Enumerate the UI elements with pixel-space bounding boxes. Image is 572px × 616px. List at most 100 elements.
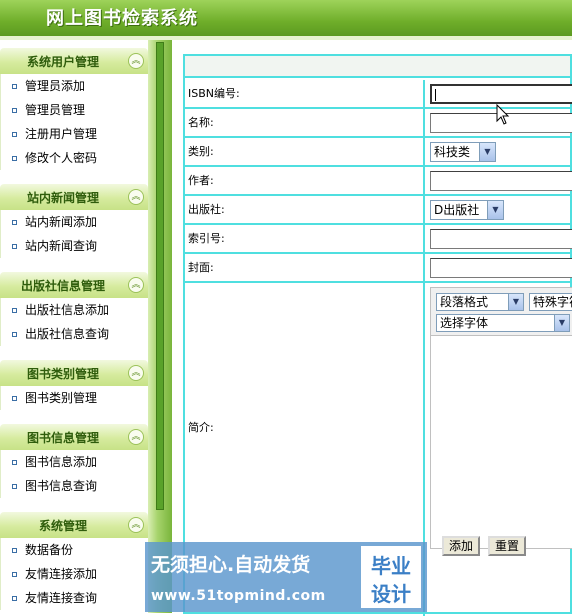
publisher-select-value: D出版社 (434, 203, 480, 217)
paragraph-format-value: 段落格式 (440, 295, 489, 309)
sidebar-section: 系统用户管理 ︽ 管理员添加管理员管理注册用户管理 修改个人密码 (0, 40, 148, 170)
bullet-icon (12, 84, 17, 89)
bullet-icon (12, 484, 17, 489)
sidebar-item[interactable]: 站内新闻查询 (1, 234, 148, 258)
sidebar-item-label: 友情连接添加 (25, 567, 98, 581)
watermark-logo-top: 毕业 (371, 554, 411, 578)
sidebar-section-body: 管理员添加管理员管理注册用户管理 修改个人密码 (0, 74, 148, 170)
sidebar-section: 站内新闻管理 ︽ 站内新闻添加站内新闻查询 (0, 176, 148, 258)
bullet-icon (12, 460, 17, 465)
sidebar-item[interactable]: 管理员管理 (1, 98, 148, 122)
row-name: 名称: (185, 109, 572, 138)
reset-button[interactable]: 重置 (488, 536, 527, 556)
sidebar-section: 出版社信息管理 ︽ 出版社信息添加 出版社信息查询 (0, 264, 148, 346)
isbn-input[interactable] (430, 84, 572, 104)
sidebar-item[interactable]: 友情连接添加 (1, 562, 148, 586)
rich-text-editor[interactable]: 段落格式 ▼ 特殊字符 选择字体 ▼ (430, 287, 572, 549)
cover-input[interactable] (430, 258, 572, 278)
watermark-url: www.51topmind.com (151, 588, 326, 604)
sidebar-section-header[interactable]: 图书信息管理 ︽ (0, 424, 148, 450)
sidebar-section: 系统管理 ︽ 数据备份友情连接添加 友情连接查询 (0, 504, 148, 610)
collapse-up-icon[interactable]: ︽ (128, 277, 144, 293)
special-char-select[interactable]: 特殊字符 (529, 293, 572, 311)
isbn-label: ISBN编号: (185, 80, 425, 107)
sidebar-item[interactable]: 图书信息查询 (1, 474, 148, 498)
sidebar-item-label: 友情连接查询 (25, 591, 98, 605)
add-button[interactable]: 添加 (442, 536, 481, 556)
category-label: 类别: (185, 138, 425, 165)
app-title: 网上图书检索系统 (46, 8, 198, 29)
index-input[interactable] (430, 229, 572, 249)
bullet-icon (12, 572, 17, 577)
watermark-line1: 无须担心.自动发货 (151, 554, 311, 576)
sidebar-section-header[interactable]: 站内新闻管理 ︽ (0, 184, 148, 210)
sidebar-item-label: 修改个人密码 (25, 151, 98, 165)
row-publisher: 出版社: D出版社 ▼ (185, 196, 572, 225)
bullet-icon (12, 156, 17, 161)
sidebar-section-title: 系统用户管理 (26, 55, 99, 69)
row-cover: 封面: (185, 254, 572, 283)
collapse-up-icon[interactable]: ︽ (128, 517, 144, 533)
sidebar-item-label: 出版社信息添加 (25, 303, 110, 317)
sidebar-section-body: 站内新闻添加站内新闻查询 (0, 210, 148, 258)
font-select[interactable]: 选择字体 ▼ (436, 314, 570, 332)
chevron-down-icon: ▼ (487, 201, 503, 219)
sidebar-item[interactable]: 图书类别管理 (1, 386, 148, 410)
category-select-value: 科技类 (434, 145, 471, 159)
sidebar-section-header[interactable]: 系统用户管理 ︽ (0, 48, 148, 74)
row-author: 作者: (185, 167, 572, 196)
sidebar-item[interactable]: 站内新闻添加 (1, 210, 148, 234)
sidebar-item-label: 站内新闻添加 (25, 215, 98, 229)
sidebar-item[interactable]: 友情连接查询 (1, 586, 148, 610)
sidebar-section-body: 数据备份友情连接添加 友情连接查询 (0, 538, 148, 610)
sidebar-item[interactable]: 出版社信息添加 (1, 298, 148, 322)
sidebar-item[interactable]: 数据备份 (1, 538, 148, 562)
sidebar-section-title: 站内新闻管理 (26, 191, 99, 205)
sidebar-section-title: 图书信息管理 (26, 431, 99, 445)
sidebar-item[interactable]: 注册用户管理 (1, 122, 148, 146)
bullet-icon (12, 132, 17, 137)
row-index: 索引号: (185, 225, 572, 254)
sidebar-section-header[interactable]: 系统管理 ︽ (0, 512, 148, 538)
mouse-cursor-icon (496, 104, 510, 125)
watermark-banner: 无须担心.自动发货 www.51topmind.com 毕业 设计 (145, 542, 427, 612)
sidebar-item[interactable]: 管理员添加 (1, 74, 148, 98)
collapse-up-icon[interactable]: ︽ (128, 365, 144, 381)
chevron-down-icon: ▼ (479, 143, 495, 161)
collapse-up-icon[interactable]: ︽ (128, 189, 144, 205)
collapse-up-icon[interactable]: ︽ (128, 53, 144, 69)
sidebar-item-label: 出版社信息查询 (25, 327, 110, 341)
watermark-logo-bottom: 设计 (371, 582, 411, 606)
row-isbn: ISBN编号: (185, 80, 572, 109)
sidebar-item-label: 数据备份 (25, 543, 74, 557)
bullet-icon (12, 108, 17, 113)
author-label: 作者: (185, 167, 425, 194)
sidebar-section-title: 图书类别管理 (26, 367, 99, 381)
collapse-up-icon[interactable]: ︽ (128, 429, 144, 445)
sidebar-section-title: 系统管理 (38, 519, 87, 533)
category-select[interactable]: 科技类 ▼ (430, 142, 496, 162)
sidebar-section: 图书类别管理 ︽ 图书类别管理 (0, 352, 148, 410)
sidebar-scrollbar[interactable] (156, 42, 164, 510)
sidebar-item[interactable]: 图书信息添加 (1, 450, 148, 474)
paragraph-format-select[interactable]: 段落格式 ▼ (436, 293, 524, 311)
bullet-icon (12, 596, 17, 601)
author-input[interactable] (430, 171, 572, 191)
form-header-row (185, 56, 570, 78)
publisher-select[interactable]: D出版社 ▼ (430, 200, 504, 220)
sidebar-section: 图书信息管理 ︽ 图书信息添加图书信息查询 (0, 416, 148, 498)
sidebar-item[interactable]: 修改个人密码 (1, 146, 148, 170)
cover-label: 封面: (185, 254, 425, 281)
sidebar-item[interactable]: 出版社信息查询 (1, 322, 148, 346)
sidebar-item-label: 图书信息查询 (25, 479, 98, 493)
sidebar-section-body: 图书信息添加图书信息查询 (0, 450, 148, 498)
bullet-icon (12, 244, 17, 249)
sidebar-item-label: 管理员添加 (25, 79, 86, 93)
index-label: 索引号: (185, 225, 425, 252)
intro-label: 简介: (185, 283, 425, 573)
sidebar-item-label: 注册用户管理 (25, 127, 98, 141)
sidebar-section-header[interactable]: 出版社信息管理 ︽ (0, 272, 148, 298)
sidebar-section-header[interactable]: 图书类别管理 ︽ (0, 360, 148, 386)
chevron-down-icon: ▼ (508, 294, 523, 310)
chevron-down-icon: ▼ (554, 315, 569, 331)
